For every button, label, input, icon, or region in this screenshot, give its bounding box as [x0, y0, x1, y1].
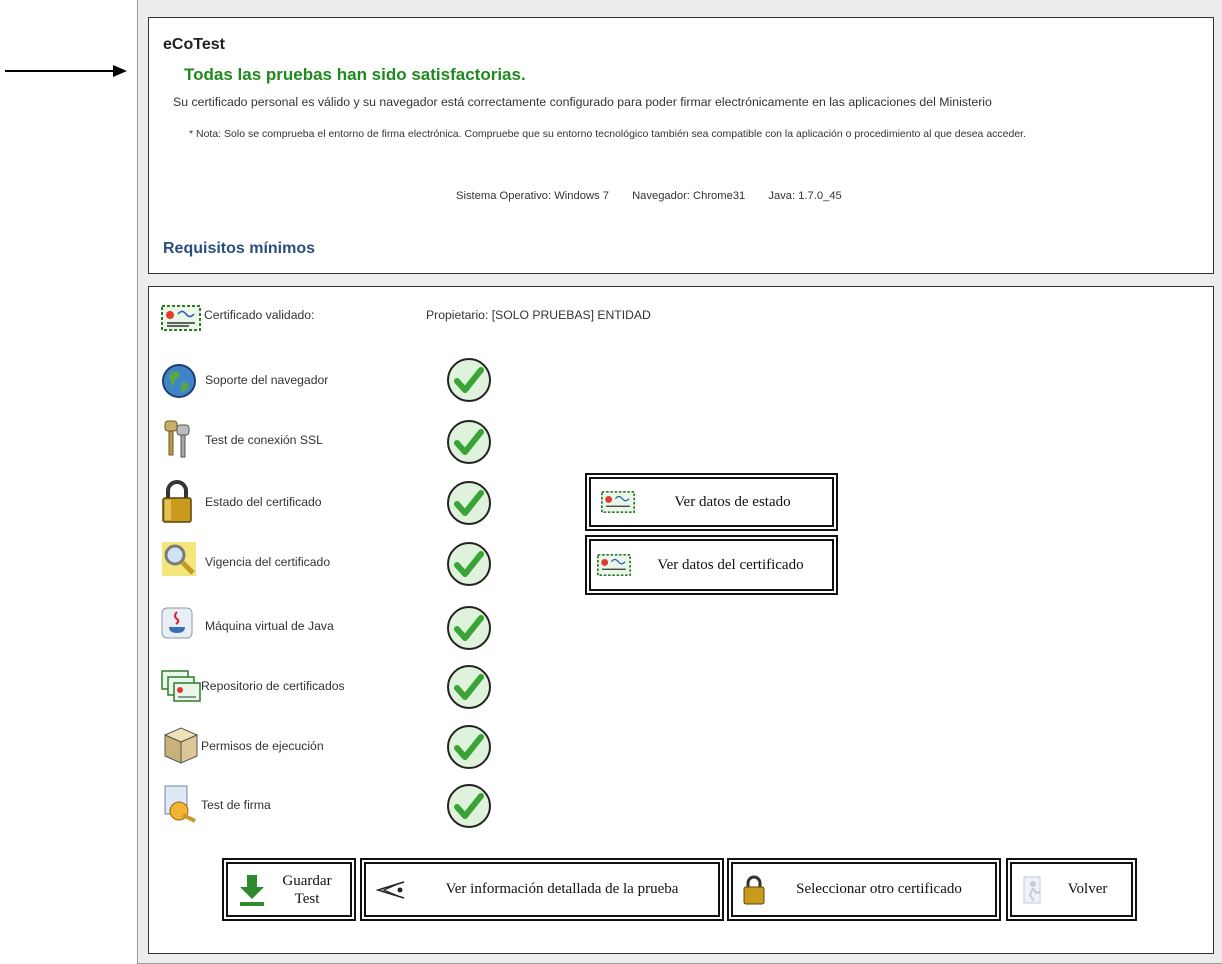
check-ok-icon [447, 725, 491, 769]
view-detailed-info-label: Ver información detallada de la prueba [445, 881, 679, 897]
check-ok-icon [447, 481, 491, 525]
check-ok-icon [447, 606, 491, 650]
back-label: Volver [1067, 881, 1108, 897]
check-label-status: Estado del certificado [205, 495, 322, 509]
certificate-icon [601, 490, 635, 514]
check-ok-icon [447, 420, 491, 464]
certificate-icon [597, 553, 631, 577]
os-info: Sistema Operativo: Windows 7 [456, 190, 609, 202]
success-message: Todas las pruebas han sido satisfactoria… [184, 65, 526, 84]
check-label-signature: Test de firma [201, 798, 271, 812]
pointer-arrow-icon [5, 65, 127, 77]
exit-door-icon [1022, 875, 1046, 905]
system-info: Sistema Operativo: Windows 7 Navegador: … [456, 190, 862, 202]
view-detailed-info-button[interactable]: Ver información detallada de la prueba [360, 858, 724, 921]
padlock-icon [162, 480, 192, 523]
check-ok-icon [447, 358, 491, 402]
keys-icon [164, 420, 190, 458]
certificate-owner: Propietario: [SOLO PRUEBAS] ENTIDAD [426, 308, 651, 322]
view-certificate-data-label: Ver datos del certificado [657, 556, 804, 573]
save-test-label: Guardar Test [274, 872, 340, 908]
view-status-data-label: Ver datos de estado [674, 493, 791, 510]
check-label-ssl: Test de conexión SSL [205, 433, 323, 447]
check-label-permissions: Permisos de ejecución [201, 739, 324, 753]
check-label-validity: Vigencia del certificado [205, 555, 331, 569]
select-other-certificate-button[interactable]: Seleccionar otro certificado [727, 858, 1001, 921]
check-label-java: Máquina virtual de Java [205, 619, 334, 633]
certificate-label: Certificado validado: [204, 308, 315, 322]
java-info: Java: 1.7.0_45 [768, 190, 842, 202]
note-text: * Nota: Solo se comprueba el entorno de … [189, 128, 1027, 140]
requirements-title: Requisitos mínimos [163, 240, 316, 257]
globe-icon [162, 364, 196, 398]
view-status-data-button[interactable]: Ver datos de estado [585, 473, 838, 531]
signature-icon [164, 785, 196, 823]
check-label-repository: Repositorio de certificados [201, 679, 345, 693]
result-header-panel: eCoTest Todas las pruebas han sido satis… [148, 17, 1214, 274]
requirements-panel: Certificado validado: Propietario: [SOLO… [148, 286, 1214, 954]
back-button[interactable]: Volver [1006, 858, 1137, 921]
save-test-button[interactable]: Guardar Test [222, 858, 356, 921]
check-label-browser: Soporte del navegador [205, 373, 329, 387]
check-ok-icon [447, 784, 491, 828]
padlock-icon [743, 875, 765, 905]
save-label-line2: Test [294, 890, 320, 907]
app-title: eCoTest [163, 36, 225, 53]
java-icon [161, 607, 193, 639]
select-other-certificate-label: Seleccionar otro certificado [796, 881, 962, 897]
magnifier-icon [162, 542, 196, 576]
certificate-icon [161, 305, 201, 331]
check-ok-icon [447, 542, 491, 586]
box-icon [163, 727, 199, 764]
check-ok-icon [447, 665, 491, 709]
browser-info: Navegador: Chrome31 [632, 190, 746, 202]
view-certificate-data-button[interactable]: Ver datos del certificado [585, 535, 838, 595]
info-message: Su certificado personal es válido y su n… [173, 95, 992, 109]
certificates-icon [161, 670, 201, 702]
save-label-line1: Guardar [282, 872, 332, 889]
eye-icon [374, 879, 406, 901]
download-icon [238, 873, 266, 907]
